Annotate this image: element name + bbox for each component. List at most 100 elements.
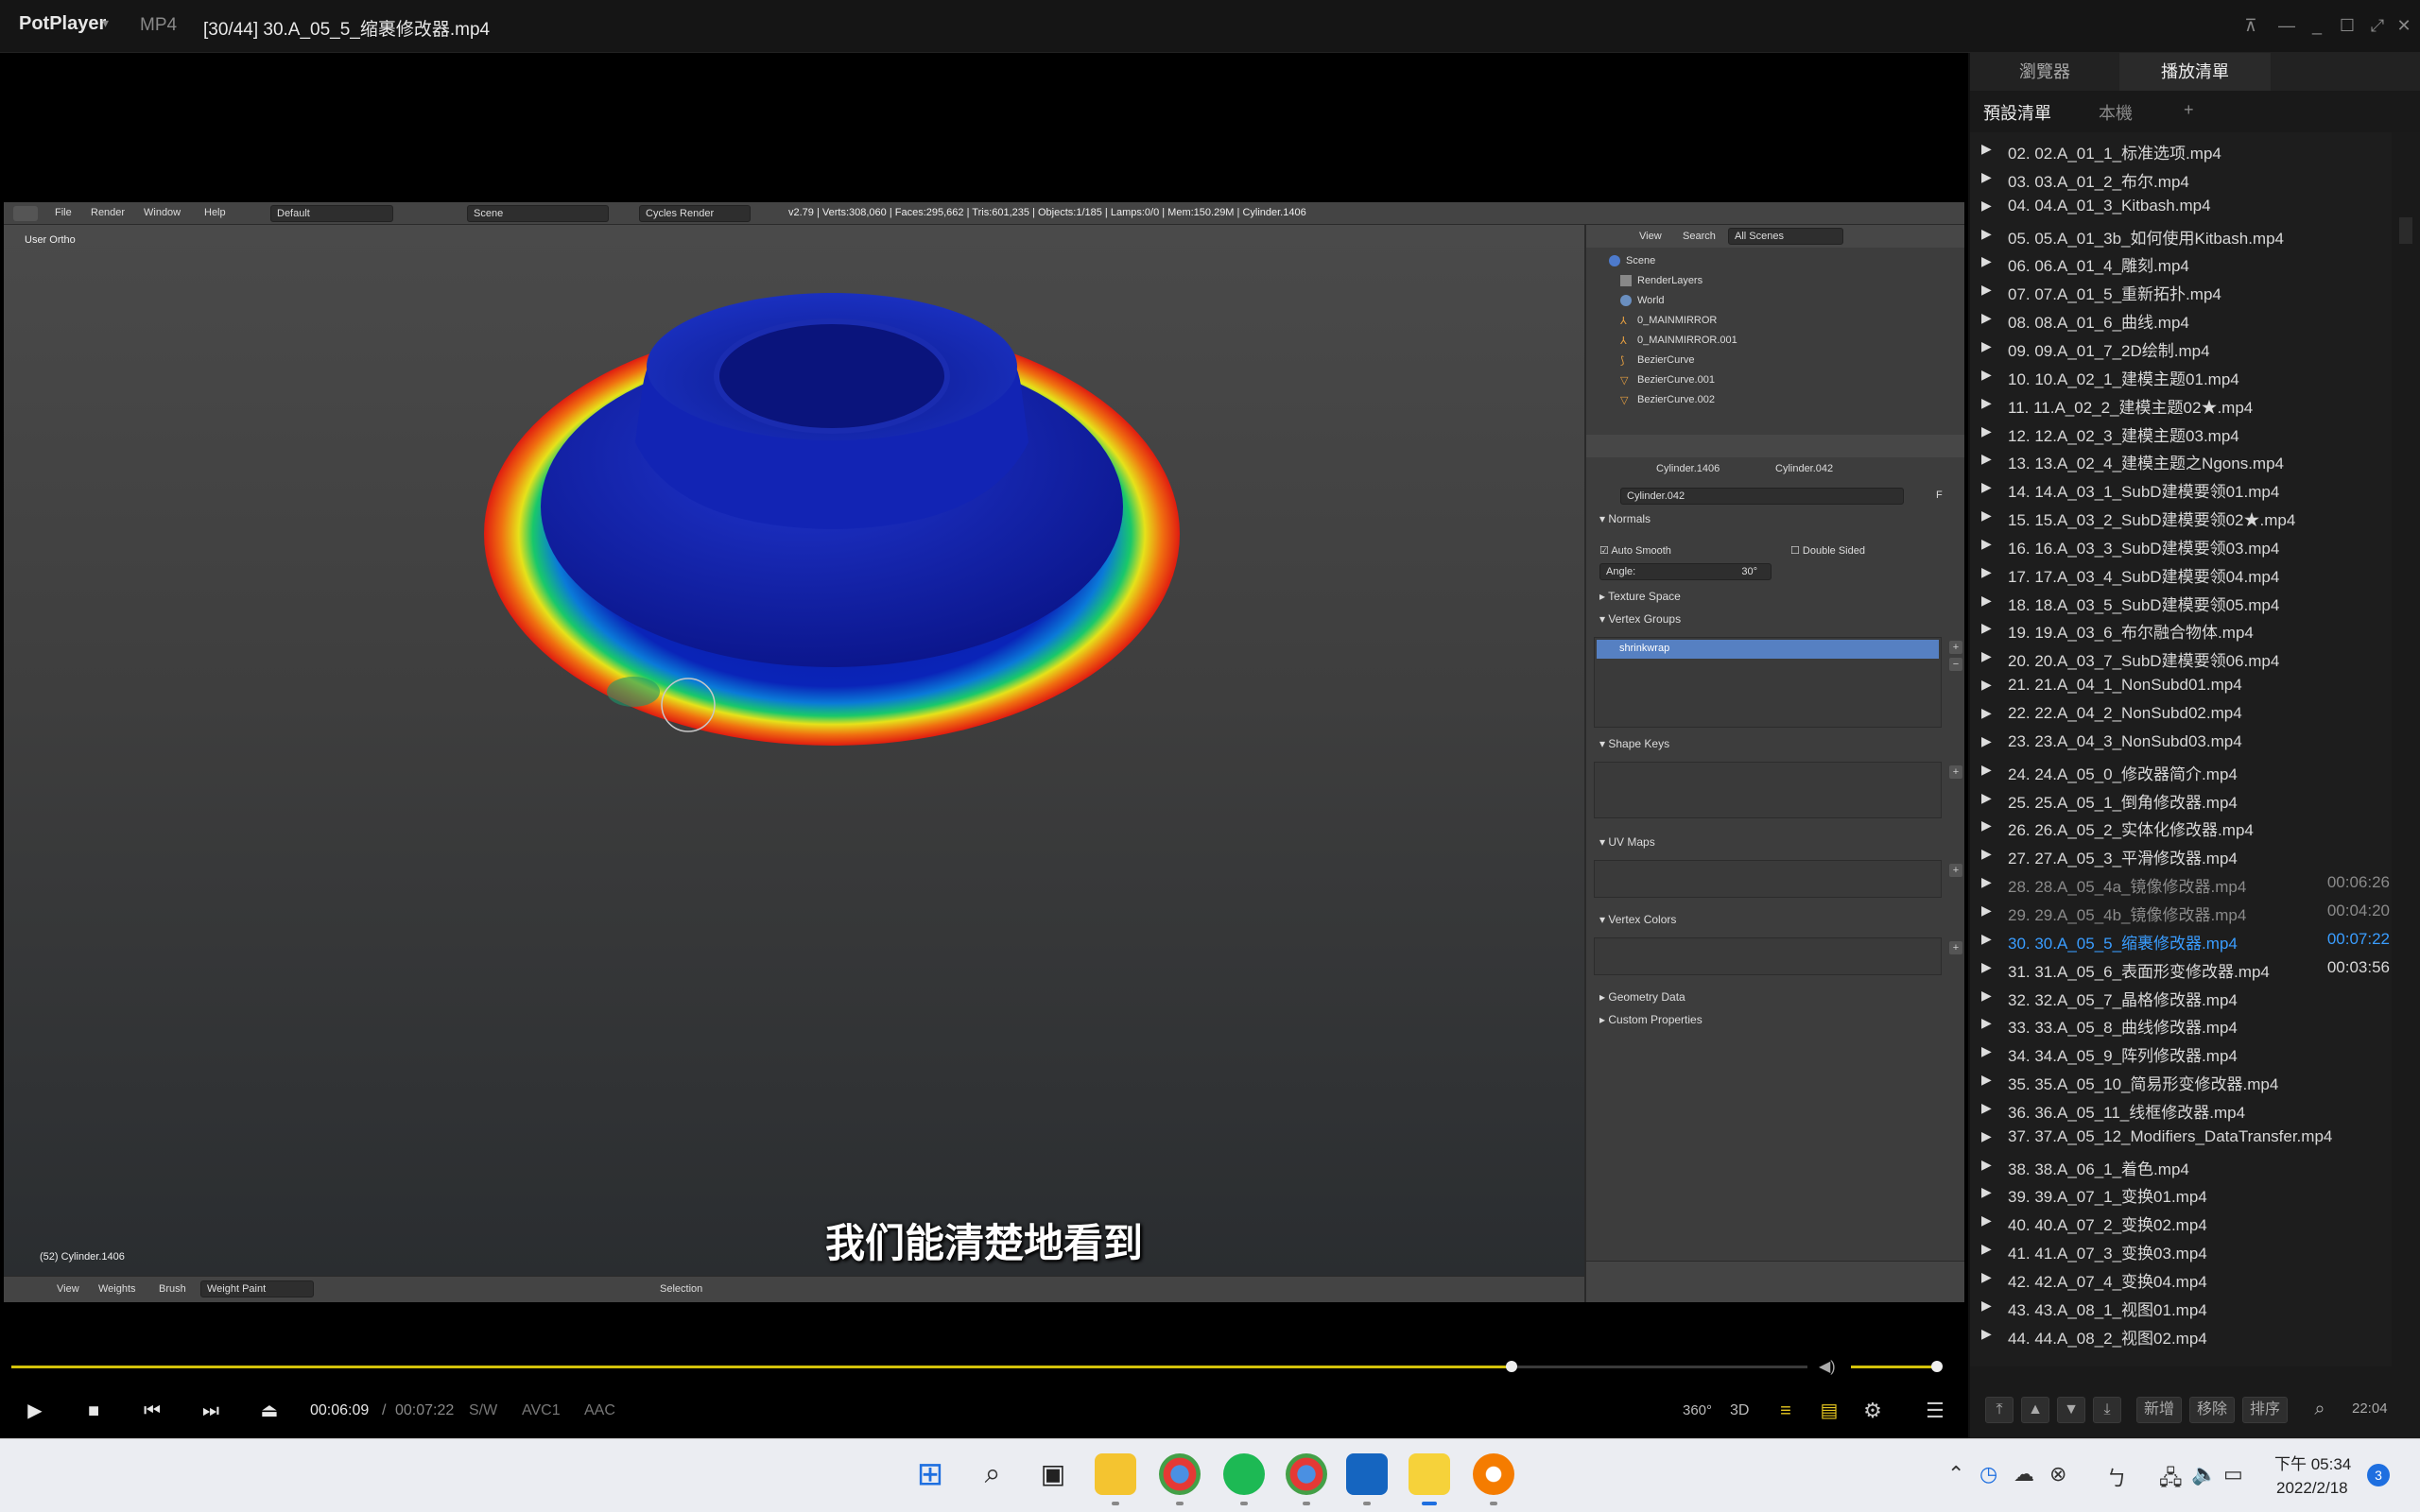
playlist-item[interactable]: ▶ 33. 33.A_05_8_曲线修改器.mp4 <box>1970 1009 2392 1038</box>
volume-icon[interactable]: ◀) <box>1819 1353 1836 1382</box>
playlist-item[interactable]: ▶ 42. 42.A_07_4_变换04.mp4 <box>1970 1263 2392 1292</box>
network-icon[interactable]: 🖧 <box>2159 1462 2183 1498</box>
playlist-item[interactable]: ▶ 15. 15.A_03_2_SubD建模要领02★.mp4 <box>1970 502 2392 530</box>
remove-button[interactable]: 移除 <box>2189 1397 2235 1423</box>
scrollbar-thumb[interactable] <box>2399 217 2412 244</box>
playlist-item[interactable]: ▶ 36. 36.A_05_11_线框修改器.mp4 <box>1970 1094 2392 1123</box>
seek-bar[interactable] <box>11 1361 1807 1372</box>
playlist-item[interactable]: ▶ 37. 37.A_05_12_Modifiers_DataTransfer.m… <box>1970 1123 2392 1151</box>
video-codec-badge[interactable]: AVC1 <box>522 1402 561 1419</box>
audio-codec-badge[interactable]: AAC <box>584 1402 615 1419</box>
tab-playlist[interactable]: 播放清單 <box>2119 53 2271 91</box>
blender-icon[interactable] <box>1473 1453 1514 1495</box>
sw-decoder-badge[interactable]: S/W <box>469 1402 497 1419</box>
pin-icon[interactable]: ⊼ <box>2237 11 2265 40</box>
playlist-item[interactable]: ▶ 03. 03.A_01_2_布尔.mp4 <box>1970 163 2392 192</box>
previous-icon[interactable]: ⏮ <box>138 1397 166 1425</box>
playlist-item[interactable]: ▶ 23. 23.A_04_3_NonSubd03.mp4 <box>1970 728 2392 756</box>
brand-menu-chevron-icon[interactable]: ▾ <box>102 15 109 31</box>
3d-button[interactable]: 3D <box>1730 1402 1749 1419</box>
playlist-item[interactable]: ▶ 19. 19.A_03_6_布尔融合物体.mp4 <box>1970 614 2392 643</box>
playlist-item[interactable]: ▶ 31. 31.A_05_6_表面形变修改器.mp4 00:03:56 <box>1970 954 2392 982</box>
search-taskbar-icon[interactable]: ⌕ <box>972 1453 1013 1495</box>
playlist-item[interactable]: ▶ 12. 12.A_02_3_建模主题03.mp4 <box>1970 418 2392 446</box>
speaker-icon[interactable]: 🔈 <box>2191 1462 2217 1486</box>
add-list-button[interactable]: + <box>2184 100 2194 120</box>
app-brand[interactable]: PotPlayer <box>19 13 106 35</box>
playlist-item[interactable]: ▶ 20. 20.A_03_7_SubD建模要领06.mp4 <box>1970 643 2392 671</box>
move-bottom-icon[interactable]: ⤓ <box>2093 1397 2121 1423</box>
spotify-icon[interactable] <box>1223 1453 1265 1495</box>
playlist-item[interactable]: ▶ 10. 10.A_02_1_建模主题01.mp4 <box>1970 361 2392 389</box>
fullscreen-icon[interactable]: ⤢ <box>2363 11 2392 40</box>
playlist-item[interactable]: ▶ 38. 38.A_06_1_着色.mp4 <box>1970 1151 2392 1179</box>
tray-app-icon[interactable]: ◷ <box>1979 1462 1997 1486</box>
playlist-item[interactable]: ▶ 39. 39.A_07_1_变换01.mp4 <box>1970 1178 2392 1207</box>
playlist-item[interactable]: ▶ 27. 27.A_05_3_平滑修改器.mp4 <box>1970 840 2392 868</box>
playlist-item[interactable]: ▶ 13. 13.A_02_4_建模主题之Ngons.mp4 <box>1970 445 2392 473</box>
task-view-icon[interactable]: ▣ <box>1032 1453 1074 1495</box>
playlist-item[interactable]: ▶ 43. 43.A_08_1_视图01.mp4 <box>1970 1292 2392 1320</box>
video-area[interactable]: File Render Window Help Default Scene Cy… <box>0 53 1968 1349</box>
minimize-icon[interactable]: _ <box>2303 11 2331 40</box>
playlist-item[interactable]: ▶ 08. 08.A_01_6_曲线.mp4 <box>1970 304 2392 333</box>
close-icon[interactable]: ✕ <box>2390 11 2418 40</box>
playlist-search-icon[interactable]: ≡ <box>1772 1397 1800 1425</box>
playlist-item[interactable]: ▶ 29. 29.A_05_4b_镜像修改器.mp4 00:04:20 <box>1970 897 2392 925</box>
potplayer-icon[interactable] <box>1409 1453 1450 1495</box>
playlist-item[interactable]: ▶ 34. 34.A_05_9_阵列修改器.mp4 <box>1970 1038 2392 1066</box>
tray-chevron-icon[interactable]: ⌃ <box>1947 1462 1964 1486</box>
stop-icon[interactable]: ■ <box>79 1397 108 1425</box>
chrome-icon[interactable] <box>1159 1453 1201 1495</box>
subtab-default[interactable]: 預設清單 <box>1983 100 2051 125</box>
notepad-icon[interactable] <box>1346 1453 1388 1495</box>
move-top-icon[interactable]: ⤒ <box>1985 1397 2014 1423</box>
maximize-icon[interactable]: ☐ <box>2333 11 2361 40</box>
file-explorer-icon[interactable] <box>1095 1453 1136 1495</box>
playlist-item[interactable]: ▶ 07. 07.A_01_5_重新拓扑.mp4 <box>1970 276 2392 304</box>
clock-date[interactable]: 2022/2/18 <box>2276 1479 2348 1498</box>
playlist-item[interactable]: ▶ 05. 05.A_01_3b_如何使用Kitbash.mp4 <box>1970 220 2392 249</box>
tray-close-icon[interactable]: ⊗ <box>2049 1462 2066 1486</box>
windows-start-icon[interactable]: ⊞ <box>909 1453 951 1495</box>
playlist-item[interactable]: ▶ 28. 28.A_05_4a_镜像修改器.mp4 00:06:26 <box>1970 868 2392 897</box>
playlist-item[interactable]: ▶ 06. 06.A_01_4_雕刻.mp4 <box>1970 248 2392 276</box>
playlist-item[interactable]: ▶ 41. 41.A_07_3_变换03.mp4 <box>1970 1235 2392 1263</box>
playlist-item[interactable]: ▶ 30. 30.A_05_5_缩裹修改器.mp4 00:07:22 <box>1970 925 2392 954</box>
play-icon[interactable]: ▶ <box>21 1397 49 1425</box>
playlist-item[interactable]: ▶ 09. 09.A_01_7_2D绘制.mp4 <box>1970 333 2392 361</box>
volume-slider[interactable] <box>1851 1361 1944 1372</box>
playlist-item[interactable]: ▶ 02. 02.A_01_1_标准选项.mp4 <box>1970 135 2392 163</box>
playlist-item[interactable]: ▶ 32. 32.A_05_7_晶格修改器.mp4 <box>1970 982 2392 1010</box>
battery-icon[interactable]: ▭ <box>2223 1462 2243 1486</box>
playlist-item[interactable]: ▶ 17. 17.A_03_4_SubD建模要领04.mp4 <box>1970 558 2392 587</box>
settings-gear-icon[interactable]: ⚙ <box>1858 1397 1887 1425</box>
search-icon[interactable]: ⌕ <box>2301 1397 2339 1423</box>
volume-handle[interactable] <box>1931 1361 1944 1372</box>
chrome-icon[interactable] <box>1286 1453 1327 1495</box>
subtitle-icon[interactable]: ▤ <box>1815 1397 1843 1425</box>
playlist-item[interactable]: ▶ 35. 35.A_05_10_简易形变修改器.mp4 <box>1970 1066 2392 1094</box>
notification-badge[interactable]: 3 <box>2367 1464 2390 1486</box>
move-up-icon[interactable]: ▲ <box>2021 1397 2049 1423</box>
next-icon[interactable]: ⏭ <box>197 1397 225 1425</box>
playlist-item[interactable]: ▶ 24. 24.A_05_0_修改器简介.mp4 <box>1970 756 2392 784</box>
playlist-item[interactable]: ▶ 25. 25.A_05_1_倒角修改器.mp4 <box>1970 784 2392 813</box>
minimize-mini-icon[interactable]: — <box>2273 11 2301 40</box>
playlist-item[interactable]: ▶ 21. 21.A_04_1_NonSubd01.mp4 <box>1970 671 2392 699</box>
vr360-button[interactable]: 360° <box>1683 1402 1712 1418</box>
clock-time[interactable]: 下午 05:34 <box>2274 1451 2351 1474</box>
playlist-item[interactable]: ▶ 04. 04.A_01_3_Kitbash.mp4 <box>1970 192 2392 220</box>
menu-icon[interactable]: ☰ <box>1921 1397 1949 1425</box>
playlist-scrollbar[interactable] <box>2392 132 2420 1419</box>
subtab-local[interactable]: 本機 <box>2099 100 2133 125</box>
playlist-item[interactable]: ▶ 40. 40.A_07_2_变换02.mp4 <box>1970 1207 2392 1235</box>
seek-handle[interactable] <box>1505 1361 1517 1372</box>
playlist-item[interactable]: ▶ 14. 14.A_03_1_SubD建模要领01.mp4 <box>1970 473 2392 502</box>
playlist-item[interactable]: ▶ 26. 26.A_05_2_实体化修改器.mp4 <box>1970 812 2392 840</box>
playlist-item[interactable]: ▶ 11. 11.A_02_2_建模主题02★.mp4 <box>1970 389 2392 418</box>
playlist-item[interactable]: ▶ 16. 16.A_03_3_SubD建模要领03.mp4 <box>1970 530 2392 558</box>
playlist-item[interactable]: ▶ 44. 44.A_08_2_视图02.mp4 <box>1970 1320 2392 1349</box>
sort-button[interactable]: 排序 <box>2242 1397 2288 1423</box>
move-down-icon[interactable]: ▼ <box>2057 1397 2085 1423</box>
